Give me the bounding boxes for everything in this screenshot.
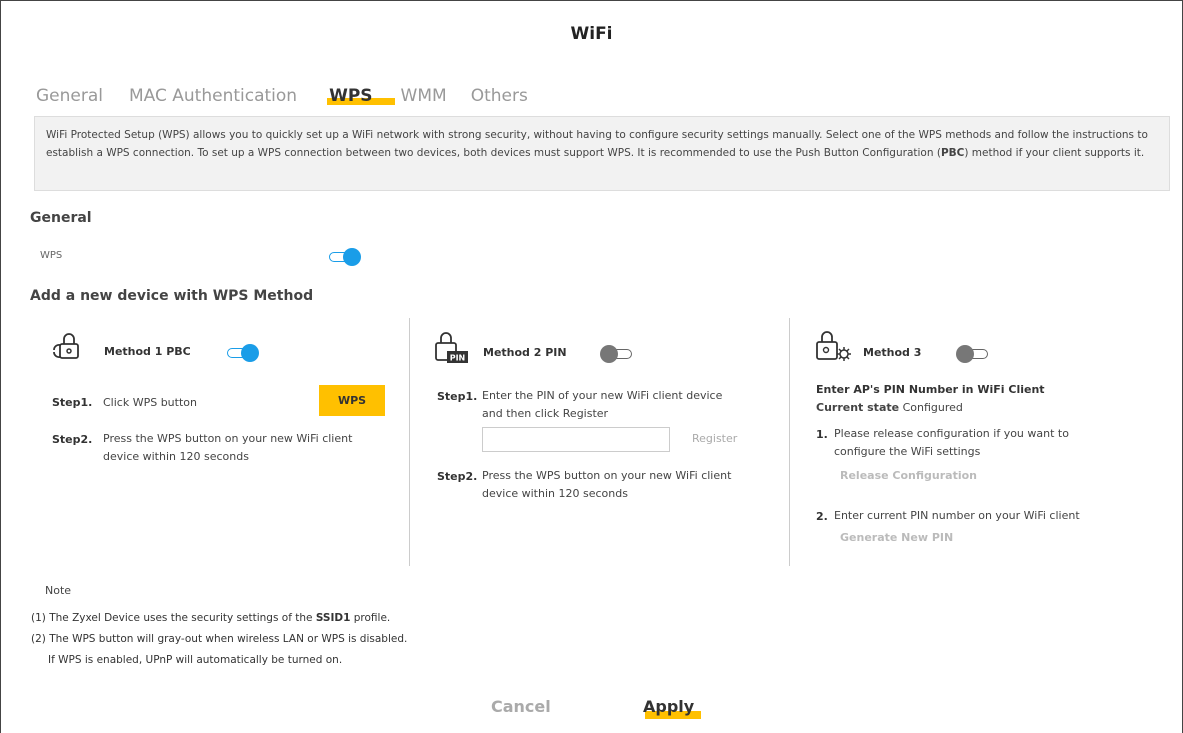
wps-toggle[interactable] (329, 248, 361, 266)
method2-step2-label: Step2. (437, 470, 478, 483)
method1-step1-text: Click WPS button (103, 396, 197, 409)
tab-wmm[interactable]: WMM (399, 86, 449, 106)
section-add-device-heading: Add a new device with WPS Method (30, 288, 314, 304)
method1-title: Method 1 PBC (104, 345, 191, 358)
method3-heading: Enter AP's PIN Number in WiFi Client (816, 383, 1045, 396)
tab-bar: General MAC Authentication WPS WMM Other… (34, 86, 538, 106)
method2-toggle[interactable] (600, 345, 632, 363)
wps-description: WiFi Protected Setup (WPS) allows you to… (34, 116, 1170, 191)
note-heading: Note (45, 584, 72, 597)
method1-step1-label: Step1. (52, 396, 93, 409)
method3-toggle[interactable] (956, 345, 988, 363)
pin-lock-icon: PIN (435, 332, 468, 363)
ap-pin-settings-lock-icon (816, 331, 851, 361)
section-general-heading: General (30, 210, 92, 226)
method2-title: Method 2 PIN (483, 346, 567, 359)
page-title: WiFi (570, 24, 613, 44)
method1-step2-text: Press the WPS button on your new WiFi cl… (103, 432, 353, 463)
svg-text:PIN: PIN (450, 354, 466, 363)
method2-step1-label: Step1. (437, 390, 478, 403)
generate-new-pin-button[interactable]: Generate New PIN (840, 531, 953, 544)
release-configuration-button[interactable]: Release Configuration (840, 469, 977, 482)
method3-item1-text: Please release configuration if you want… (834, 427, 1069, 458)
method2-step1-text: Enter the PIN of your new WiFi client de… (482, 389, 723, 420)
tab-general[interactable]: General (34, 86, 105, 106)
method2-step2-text: Press the WPS button on your new WiFi cl… (482, 469, 732, 500)
tab-others[interactable]: Others (469, 86, 530, 106)
apply-button[interactable]: Apply (643, 697, 694, 716)
method3-item2-number: 2. (816, 510, 828, 523)
push-button-lock-icon (53, 333, 79, 359)
pin-input[interactable] (482, 427, 670, 452)
method3-current-state: Current state Configured (816, 401, 963, 414)
note-line-2: (2) The WPS button will gray-out when wi… (31, 633, 408, 645)
method3-item2-text: Enter current PIN number on your WiFi cl… (834, 509, 1080, 522)
method3-item1-number: 1. (816, 428, 828, 441)
tab-wps[interactable]: WPS (327, 86, 395, 106)
method1-step2-label: Step2. (52, 433, 93, 446)
wps-label: WPS (40, 250, 63, 261)
note-line-3: If WPS is enabled, UPnP will automatical… (48, 654, 343, 666)
register-button[interactable]: Register (692, 432, 737, 445)
method1-toggle[interactable] (227, 344, 259, 362)
wps-push-button[interactable]: WPS (319, 385, 385, 416)
note-line-1: (1) The Zyxel Device uses the security s… (31, 612, 391, 624)
column-divider (789, 318, 790, 566)
method3-title: Method 3 (863, 346, 922, 359)
tab-mac-authentication[interactable]: MAC Authentication (127, 86, 299, 106)
column-divider (409, 318, 410, 566)
cancel-underline (490, 714, 562, 720)
